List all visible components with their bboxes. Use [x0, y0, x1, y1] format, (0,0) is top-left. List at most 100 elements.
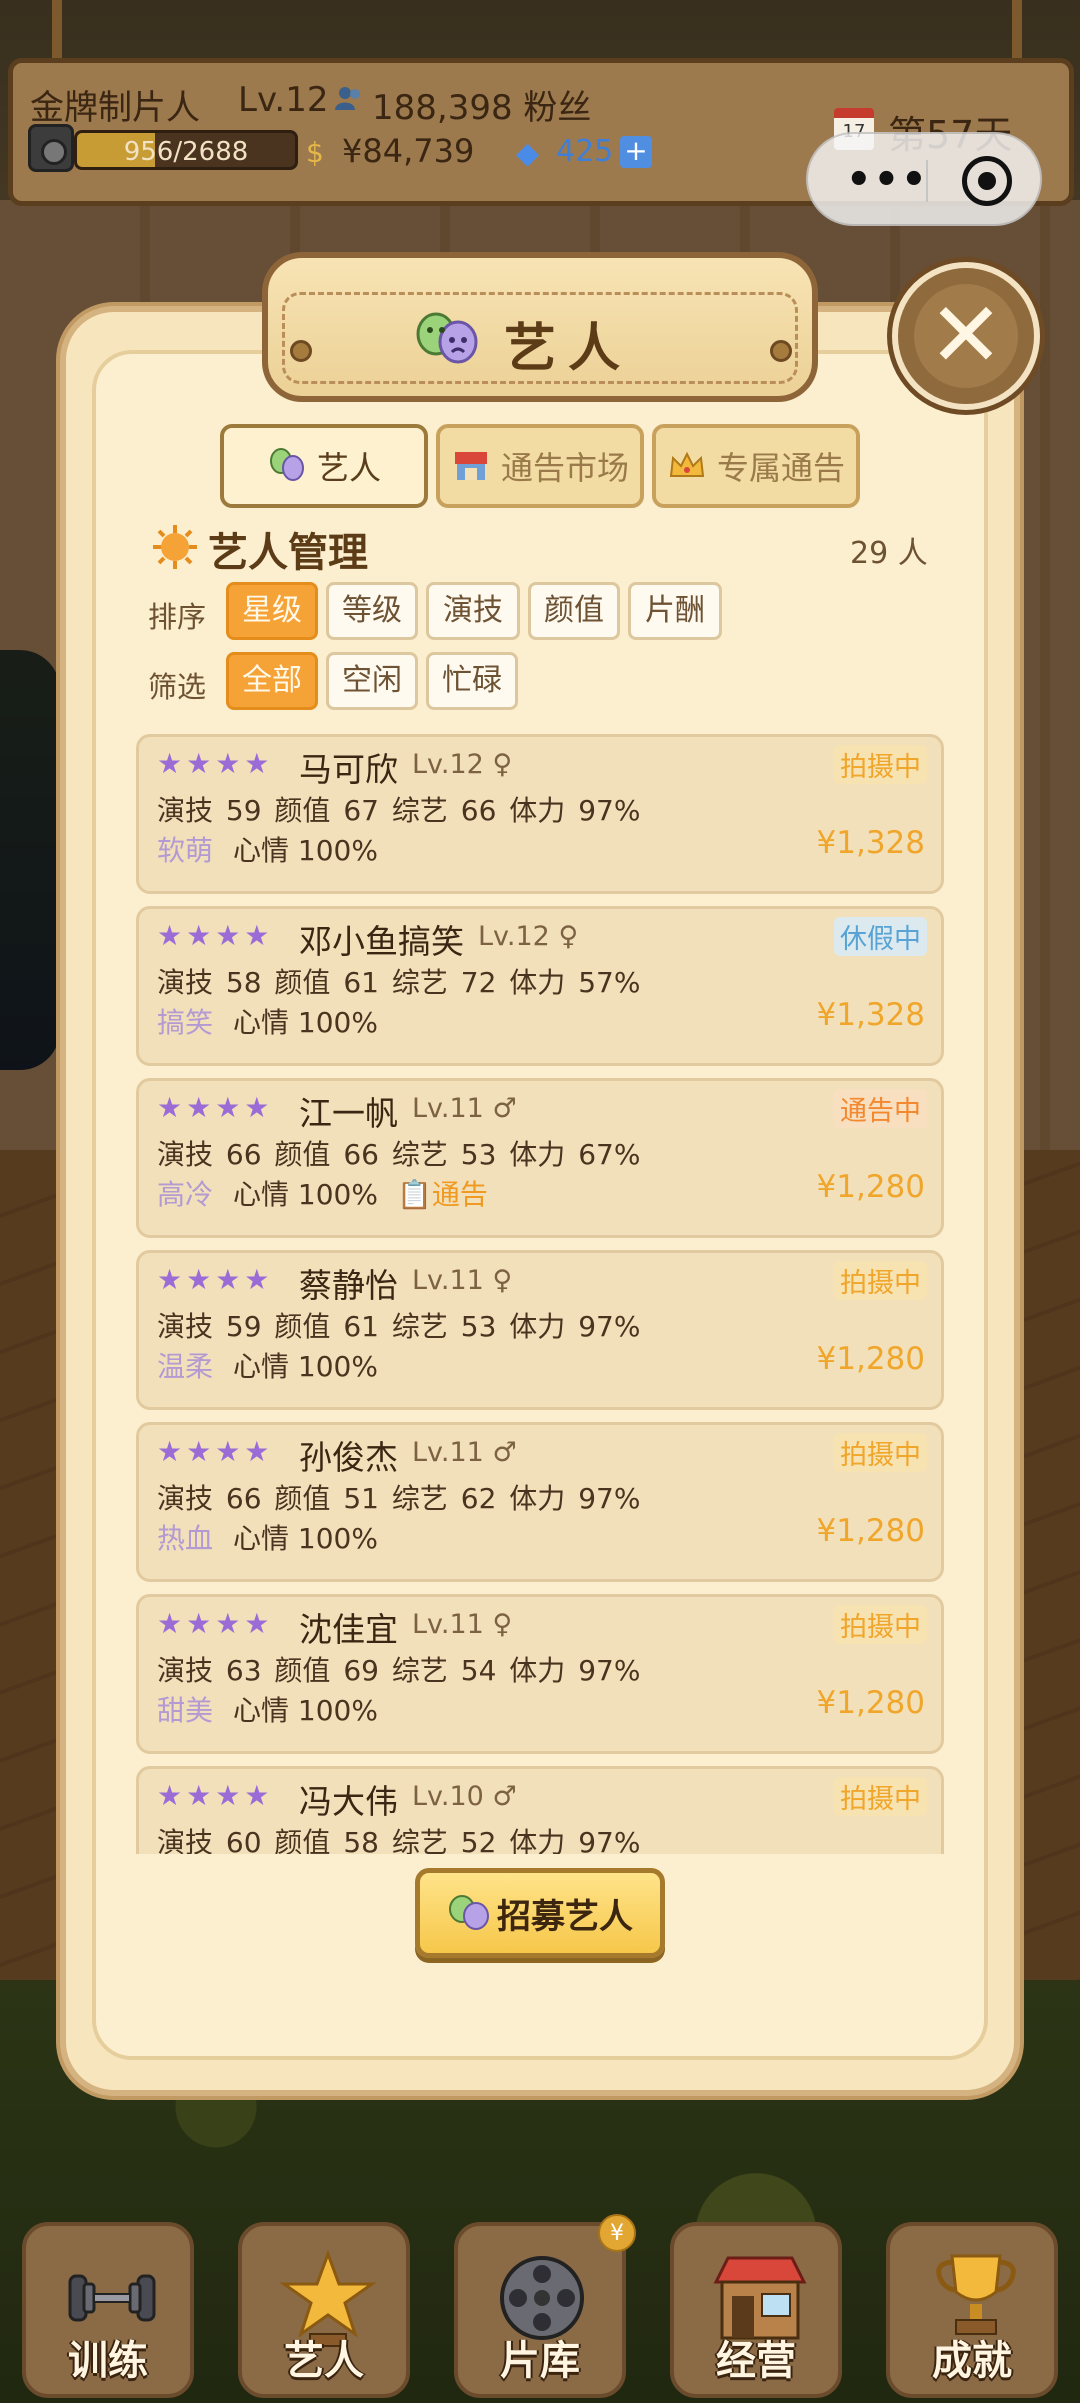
rivet: [290, 340, 312, 362]
artist-mood: 心情 100%: [233, 1178, 378, 1211]
artist-mood: 心情 100%: [233, 1006, 378, 1039]
artist-mood: 心情 100%: [233, 1522, 378, 1555]
artist-trait: 甜美: [157, 1694, 214, 1727]
artist-card[interactable]: ★★★★ 沈佳宜 Lv.11 ♀ 拍摄中 演技 63 颜值 69 综艺 54 体…: [136, 1594, 944, 1754]
status-badge: 拍摄中: [834, 1777, 927, 1816]
sort-option-acting[interactable]: 演技: [426, 582, 520, 640]
artist-mood: 心情 100%: [233, 834, 378, 867]
close-button[interactable]: ✕: [892, 262, 1040, 410]
nav-artists[interactable]: 艺人: [238, 2222, 410, 2398]
artist-level: Lv.11 ♀: [412, 1609, 513, 1640]
artist-name: 沈佳宜: [299, 1610, 398, 1649]
miniprogram-capsule: •••: [806, 132, 1042, 226]
tab-artists[interactable]: 艺人: [220, 424, 428, 508]
artist-stats: 演技 66 颜值 51 综艺 62 体力 97%: [157, 1482, 641, 1515]
artist-name: 江一帆: [299, 1094, 398, 1133]
artist-trait: 软萌: [157, 834, 214, 867]
more-options-icon[interactable]: •••: [846, 160, 929, 200]
money-amount: ¥84,739: [342, 132, 475, 170]
fans-icon: [335, 87, 360, 110]
close-icon: ✕: [928, 283, 1004, 388]
theater-masks-icon: [269, 448, 304, 481]
artist-mood: 心情 100%: [233, 1694, 378, 1727]
filter-option-idle[interactable]: 空闲: [326, 652, 418, 710]
tab-label: 通告市场: [500, 449, 629, 487]
artist-pay: ¥1,328: [816, 997, 925, 1033]
artist-trait: 热血: [157, 1522, 214, 1555]
add-gems-button[interactable]: +: [620, 136, 652, 168]
artist-level: Lv.12 ♀: [478, 921, 579, 952]
player-title: 金牌制片人: [30, 88, 200, 128]
market-stall-icon: [454, 452, 487, 480]
nav-training[interactable]: 训练: [22, 2222, 194, 2398]
artist-stats: 演技 59 颜值 67 综艺 66 体力 97%: [157, 794, 641, 827]
xp-text: 956/2688: [123, 137, 249, 167]
recruit-artist-button[interactable]: 招募艺人: [415, 1868, 665, 1958]
sort-label: 排序: [148, 600, 207, 634]
artist-list[interactable]: ★★★★ 马可欣 Lv.12 ♀ 拍摄中 演技 59 颜值 67 综艺 66 体…: [134, 728, 946, 1854]
artist-card[interactable]: ★★★★ 邓小鱼搞笑 Lv.12 ♀ 休假中 演技 58 颜值 61 综艺 72…: [136, 906, 944, 1066]
artist-pay: ¥1,280: [816, 1169, 925, 1205]
nav-film-library[interactable]: 片库: [454, 2222, 626, 2398]
recruit-label: 招募艺人: [497, 1896, 633, 1937]
artist-name: 冯大伟: [299, 1782, 398, 1821]
theater-masks-icon: [416, 312, 478, 364]
status-badge: 休假中: [834, 917, 927, 956]
artist-card[interactable]: ★★★★ 孙俊杰 Lv.11 ♂ 拍摄中 演技 66 颜值 51 综艺 62 体…: [136, 1422, 944, 1582]
notice-tag: 📋通告: [397, 1178, 488, 1211]
sort-option-pay[interactable]: 片酬: [628, 582, 722, 640]
artist-level: Lv.11 ♂: [412, 1437, 517, 1468]
nav-business[interactable]: 经营: [670, 2222, 842, 2398]
nav-achievements[interactable]: 成就: [886, 2222, 1058, 2398]
crown-icon: [669, 451, 705, 477]
artist-stats: 演技 59 颜值 61 综艺 53 体力 97%: [157, 1310, 641, 1343]
tab-notice-market[interactable]: 通告市场: [436, 424, 644, 508]
tab-label: 艺人: [316, 449, 381, 487]
nav-label: 片库: [500, 2338, 580, 2384]
artist-level: Lv.11 ♀: [412, 1265, 513, 1296]
tab-exclusive-notice[interactable]: 专属通告: [652, 424, 860, 508]
diamond-icon: ◆: [516, 136, 540, 171]
xp-progress-bar: 956/2688: [74, 130, 298, 170]
star-rating: ★★★★: [157, 919, 274, 952]
artist-count: 29 人: [850, 536, 928, 571]
sort-option-level[interactable]: 等级: [326, 582, 418, 640]
artist-level: Lv.11 ♂: [412, 1093, 517, 1124]
filter-option-all[interactable]: 全部: [226, 652, 318, 710]
status-badge: 拍摄中: [834, 1261, 927, 1300]
star-rating: ★★★★: [157, 1263, 274, 1296]
artist-stats: 演技 66 颜值 66 综艺 53 体力 67%: [157, 1138, 641, 1171]
sort-option-star[interactable]: 星级: [226, 582, 318, 640]
artist-pay: ¥1,280: [816, 1341, 925, 1377]
artist-card[interactable]: ★★★★ 蔡静怡 Lv.11 ♀ 拍摄中 演技 59 颜值 61 综艺 53 体…: [136, 1250, 944, 1410]
artist-trait: 温柔: [157, 1350, 214, 1383]
camera-icon: [28, 124, 74, 172]
star-rating: ★★★★: [157, 1607, 274, 1640]
nav-label: 艺人: [284, 2338, 364, 2384]
player-level: Lv.12: [238, 80, 329, 120]
artist-trait: 搞笑: [157, 1006, 214, 1039]
star-rating: ★★★★: [157, 1779, 274, 1812]
artist-card[interactable]: ★★★★ 冯大伟 Lv.10 ♂ 拍摄中 演技 60 颜值 58 综艺 52 体…: [136, 1766, 944, 1854]
close-miniprogram-icon[interactable]: [962, 156, 1012, 206]
artist-card[interactable]: ★★★★ 江一帆 Lv.11 ♂ 通告中 演技 66 颜值 66 综艺 53 体…: [136, 1078, 944, 1238]
artist-name: 蔡静怡: [299, 1266, 398, 1305]
sort-option-looks[interactable]: 颜值: [528, 582, 620, 640]
theater-masks-icon: [449, 1895, 489, 1930]
fans-count: 188,398 粉丝: [372, 88, 592, 128]
artist-stats: 演技 58 颜值 61 综艺 72 体力 57%: [157, 966, 641, 999]
sunburst-icon: [153, 525, 197, 569]
artist-level: Lv.10 ♂: [412, 1781, 517, 1812]
filter-label: 筛选: [148, 670, 207, 704]
artist-trait: 高冷: [157, 1178, 214, 1211]
artist-name: 孙俊杰: [299, 1438, 398, 1477]
status-badge: 通告中: [834, 1089, 927, 1128]
artist-stats: 演技 60 颜值 58 综艺 52 体力 97%: [157, 1826, 641, 1854]
filter-option-busy[interactable]: 忙碌: [426, 652, 518, 710]
artist-level: Lv.12 ♀: [412, 749, 513, 780]
artist-pay: ¥1,280: [816, 1513, 925, 1549]
star-rating: ★★★★: [157, 747, 274, 780]
rivet: [770, 340, 792, 362]
artist-card[interactable]: ★★★★ 马可欣 Lv.12 ♀ 拍摄中 演技 59 颜值 67 综艺 66 体…: [136, 734, 944, 894]
status-badge: 拍摄中: [834, 1433, 927, 1472]
